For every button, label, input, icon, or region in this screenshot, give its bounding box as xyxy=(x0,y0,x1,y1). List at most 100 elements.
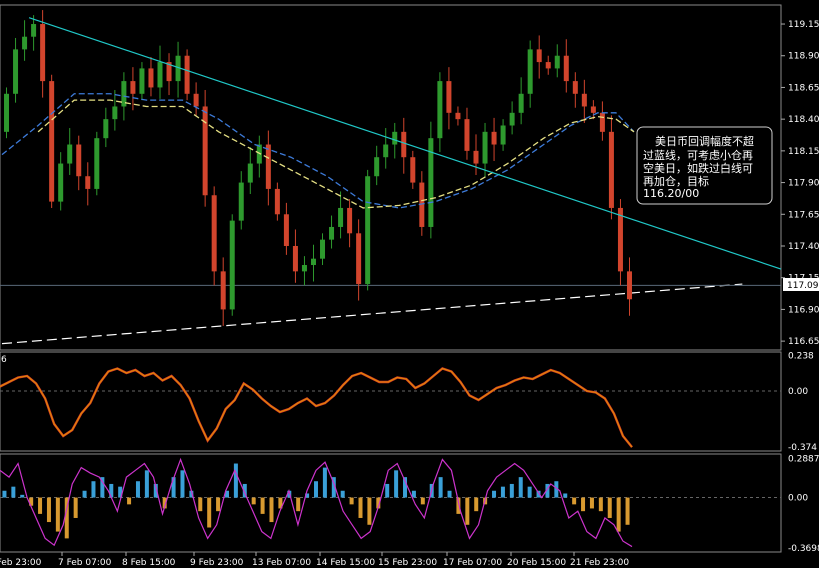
candle-body xyxy=(22,36,28,50)
histogram-bar xyxy=(20,494,25,498)
histogram-bar xyxy=(385,483,390,498)
candle-body xyxy=(40,24,46,82)
oscillator-y-tick-label: -0.374 xyxy=(788,443,817,453)
price-y-tick-label: 117.65 xyxy=(788,210,819,220)
candle-body xyxy=(4,93,10,132)
histogram-bar xyxy=(500,486,505,498)
candle-body xyxy=(482,131,488,164)
histogram-bar xyxy=(411,490,416,498)
candle-body xyxy=(365,176,371,285)
candle-body xyxy=(76,144,82,177)
candle-body xyxy=(112,106,118,120)
candle-body xyxy=(338,207,344,227)
histogram-bar xyxy=(251,497,256,505)
histogram-bar xyxy=(171,477,176,498)
histogram-bar xyxy=(616,497,621,532)
candle-body xyxy=(13,49,19,94)
histogram-bar xyxy=(474,497,479,512)
candle-body xyxy=(374,157,380,177)
histogram-bar xyxy=(73,497,78,518)
annotation-line-1: 美日币回调幅度不超 xyxy=(655,134,754,148)
candle-body xyxy=(238,182,244,221)
histogram-bar xyxy=(296,497,301,512)
candle-body xyxy=(193,93,199,107)
candle-body xyxy=(509,112,515,126)
x-tick-label: 21 Feb 23:00 xyxy=(570,558,629,568)
candle-body xyxy=(518,93,524,113)
x-tick-label: 7 Feb 07:00 xyxy=(58,558,112,568)
candle-body xyxy=(455,112,461,120)
price-y-tick-label: 116.90 xyxy=(788,305,819,315)
histogram-bar xyxy=(589,497,594,509)
candle-body xyxy=(383,144,389,158)
annotation-line-4: 再加仓，目标 xyxy=(643,174,709,188)
x-tick-label: 20 Feb 15:00 xyxy=(507,558,566,568)
histogram-bar xyxy=(135,481,140,498)
candle-body xyxy=(320,239,326,259)
histogram-bar xyxy=(127,497,132,505)
candle-body xyxy=(301,265,307,272)
x-tick-label: 6 Feb 23:00 xyxy=(0,558,42,568)
histogram-bar xyxy=(38,497,43,514)
histogram-bar xyxy=(11,486,16,498)
histogram-bar xyxy=(216,497,221,512)
annotation-box: 美日币回调幅度不超 过蓝线，可考虑小仓再 空美日，如跌过白线可 再加仓，目标 1… xyxy=(636,126,773,205)
price-y-tick-label: 119.15 xyxy=(788,20,819,30)
histogram-bar xyxy=(394,470,399,498)
candle-body xyxy=(265,144,271,189)
oscillator-label: 6 xyxy=(1,355,7,365)
histogram-bar xyxy=(465,497,470,525)
annotation-line-2: 过蓝线，可考虑小仓再 xyxy=(643,148,753,162)
trading-chart[interactable]: 119.15 118.90 118.65 118.40 118.15 117.90 117.… xyxy=(0,0,819,568)
candle-body xyxy=(527,49,533,94)
candle-body xyxy=(329,226,335,240)
x-tick-label: 15 Feb 23:00 xyxy=(378,558,437,568)
histogram-bar xyxy=(198,497,203,512)
histogram-bar xyxy=(438,477,443,498)
candle-body xyxy=(617,207,623,272)
candle-body xyxy=(356,233,362,285)
histogram-y-tick-label: -0.3698 xyxy=(788,544,819,554)
price-y-tick-label: 118.15 xyxy=(788,147,819,157)
histogram-bar xyxy=(509,483,514,498)
x-tick-label: 13 Feb 07:00 xyxy=(252,558,311,568)
candle-body xyxy=(49,81,55,202)
oscillator-y-tick-label: 0.00 xyxy=(788,387,808,397)
candle-body xyxy=(473,150,479,164)
candle-body xyxy=(148,68,154,88)
current-price-tag: 117.09 xyxy=(783,278,819,291)
candle-body xyxy=(608,131,614,208)
candle-body xyxy=(31,24,37,37)
candle-body xyxy=(437,81,443,139)
candle-body xyxy=(572,81,578,94)
candle-body xyxy=(563,55,569,82)
histogram-bar xyxy=(607,497,612,518)
histogram-bar xyxy=(367,497,372,525)
candle-body xyxy=(220,271,226,310)
histogram-bar xyxy=(322,467,327,498)
histogram-bar xyxy=(527,486,532,498)
histogram-bar xyxy=(55,497,60,532)
candle-body xyxy=(626,271,632,300)
histogram-bar xyxy=(349,497,354,505)
histogram-bar xyxy=(314,481,318,498)
candle-body xyxy=(247,163,253,183)
candle-body xyxy=(536,49,542,63)
candle-body xyxy=(85,176,91,189)
histogram-bar xyxy=(447,490,452,498)
candle-body xyxy=(184,55,190,94)
candle-body xyxy=(130,81,136,94)
annotation-line-3: 空美日，如跌过白线可 xyxy=(643,161,753,175)
candle-body xyxy=(500,125,506,145)
histogram-y-tick-label: 0.00 xyxy=(788,494,808,504)
histogram-bar xyxy=(269,497,274,523)
price-y-tick-label: 116.65 xyxy=(788,337,819,347)
histogram-bar xyxy=(340,490,345,498)
histogram-bar xyxy=(46,497,51,523)
price-y-tick-label: 118.65 xyxy=(788,83,819,93)
candle-body xyxy=(401,131,407,158)
price-y-tick-label: 117.90 xyxy=(788,179,819,189)
candle-body xyxy=(347,207,353,234)
histogram-bar xyxy=(492,490,497,498)
candle-body xyxy=(581,93,587,107)
